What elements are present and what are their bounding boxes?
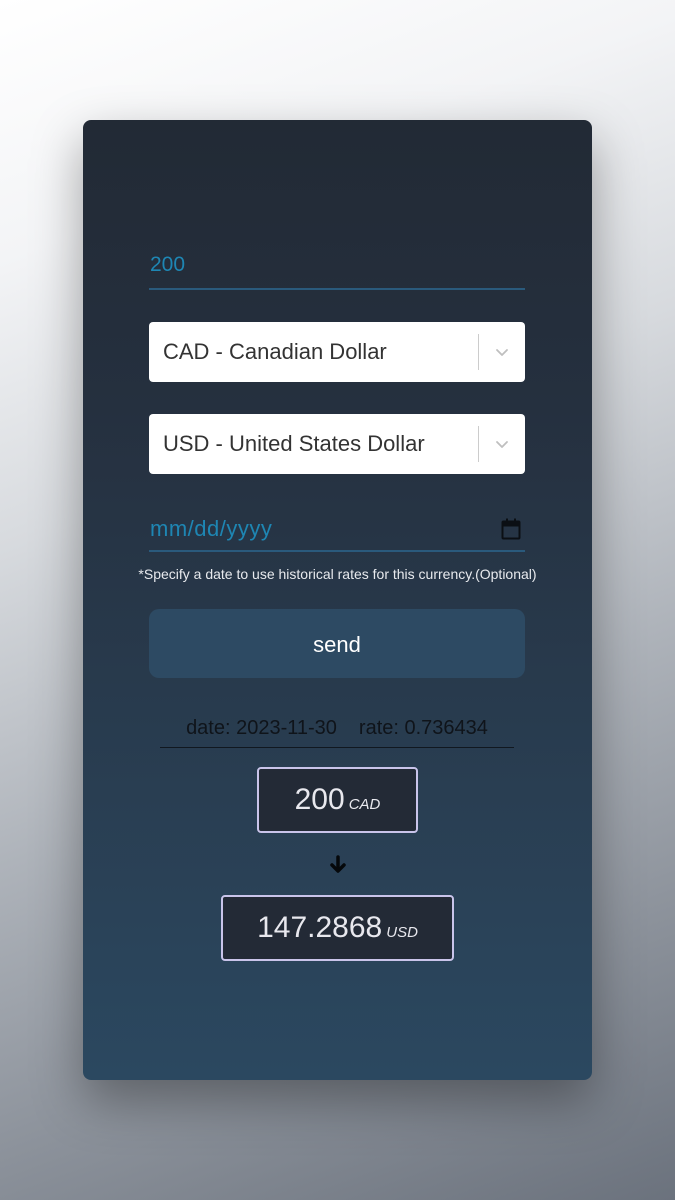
date-input[interactable]: mm/dd/yyyy (149, 510, 525, 552)
from-currency-value: CAD - Canadian Dollar (163, 339, 387, 364)
source-currency-code: CAD (348, 796, 381, 813)
amount-input[interactable]: 200 (149, 250, 525, 290)
arrow-down-icon (330, 855, 346, 873)
chevron-down-icon[interactable] (493, 435, 511, 453)
historical-rate-hint: *Specify a date to use historical rates … (138, 566, 537, 582)
calendar-icon[interactable] (501, 518, 521, 540)
source-amount: 200 (294, 783, 345, 816)
rate-date: date: 2023-11-30 (186, 717, 337, 739)
rate-info: date: 2023-11-30 rate: 0.736434 (160, 717, 514, 748)
target-currency-code: USD (386, 924, 418, 941)
amount-value: 200 (150, 253, 186, 276)
converted-amount-box: 147.2868 USD (221, 895, 454, 961)
rate-value: rate: 0.736434 (358, 717, 488, 739)
select-separator (478, 334, 479, 370)
select-separator (478, 426, 479, 462)
from-currency-select[interactable]: CAD - Canadian Dollar (149, 322, 525, 382)
chevron-down-icon[interactable] (493, 343, 511, 361)
source-amount-box: 200 CAD (257, 767, 418, 833)
date-placeholder: mm/dd/yyyy (150, 516, 273, 541)
converter-card: 200 CAD - Canadian Dollar USD - United S… (83, 120, 592, 1080)
to-currency-value: USD - United States Dollar (163, 431, 425, 456)
send-button[interactable]: send (149, 609, 525, 678)
converted-amount: 147.2868 (257, 911, 383, 944)
to-currency-select[interactable]: USD - United States Dollar (149, 414, 525, 474)
